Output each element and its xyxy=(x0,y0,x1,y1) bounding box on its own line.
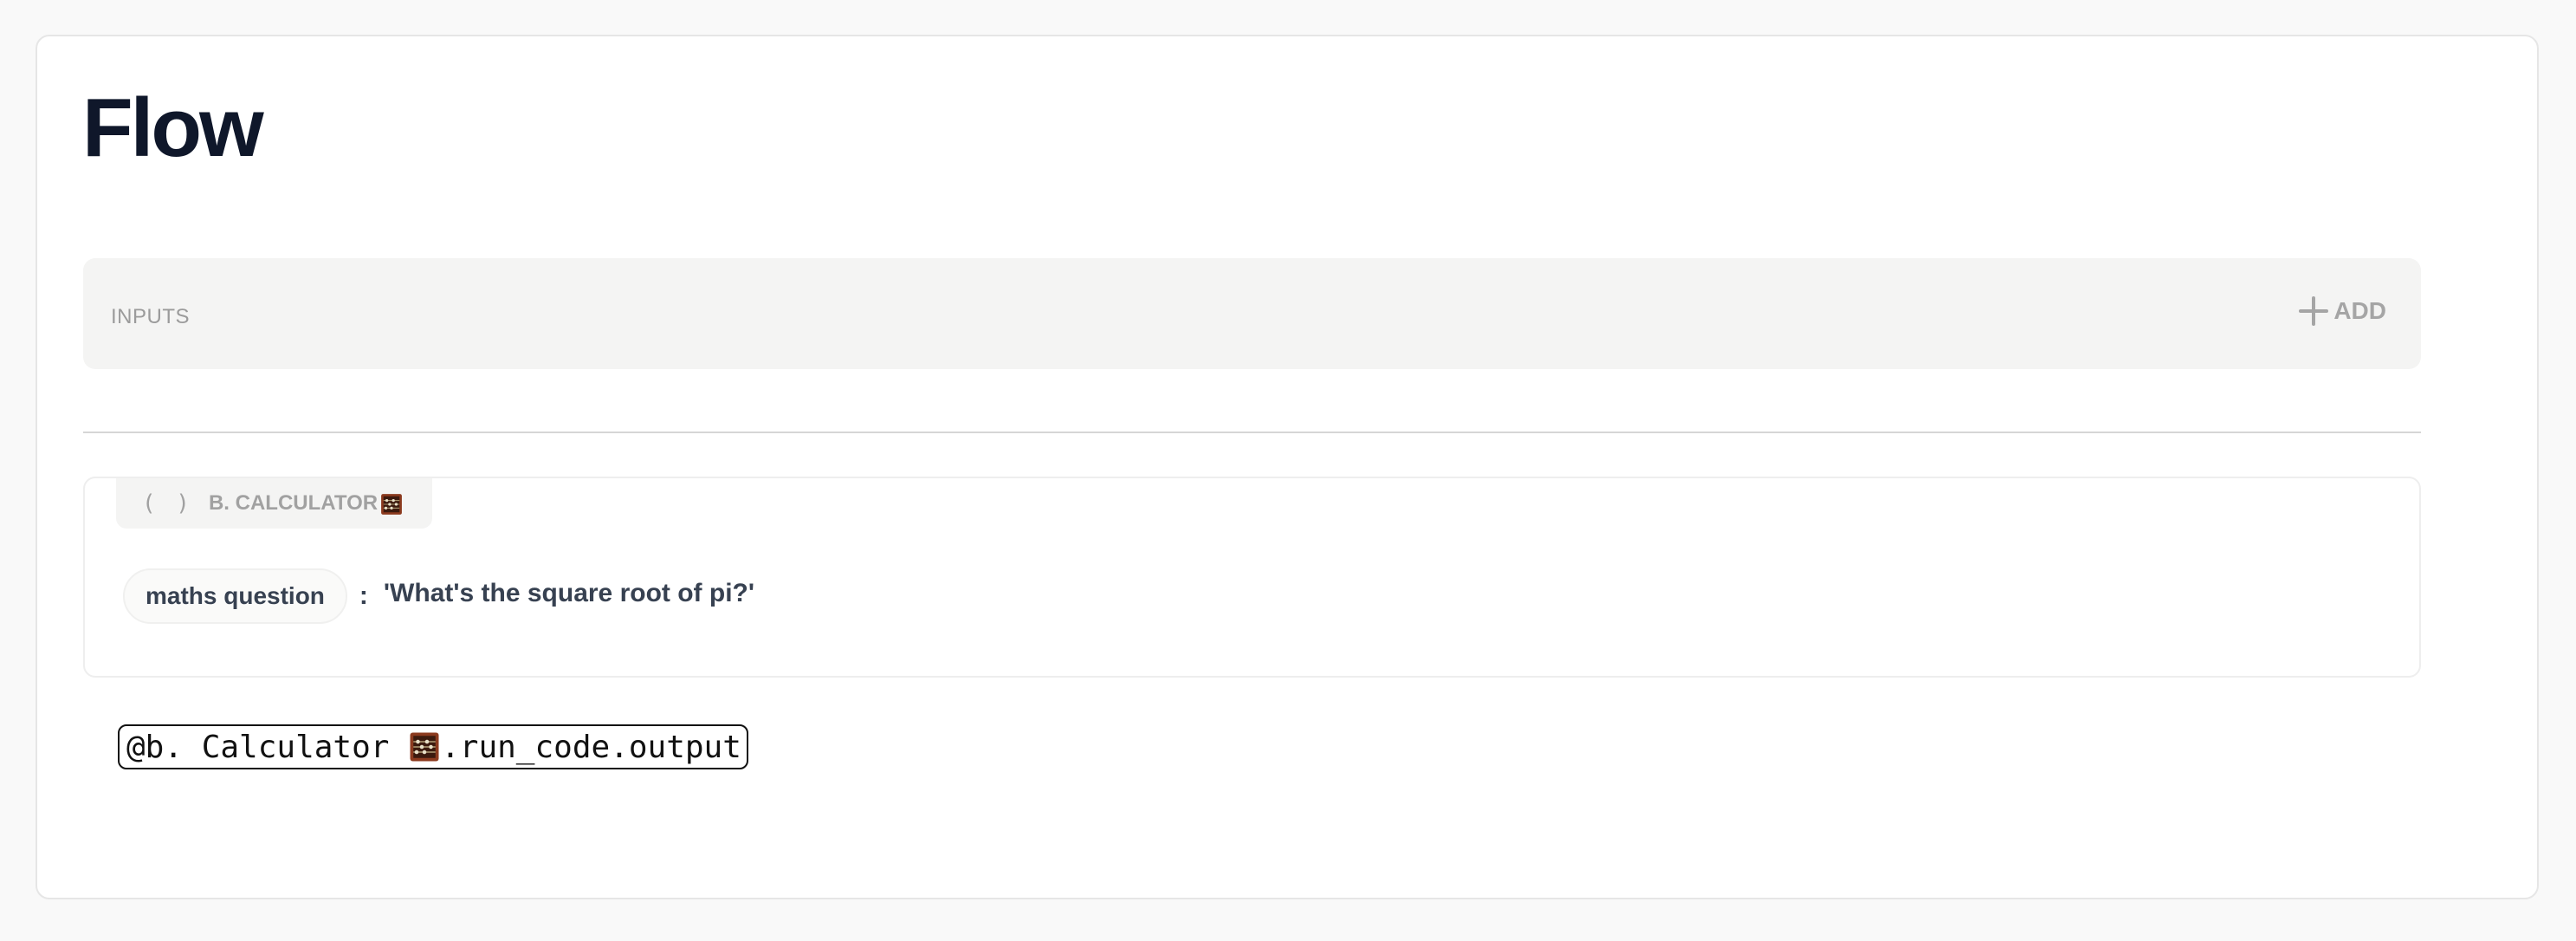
abacus-icon xyxy=(410,732,439,762)
add-input-button[interactable]: ADD xyxy=(2299,296,2386,326)
abacus-icon xyxy=(380,493,402,515)
parameter-name-pill[interactable]: maths question xyxy=(123,568,347,624)
calculator-block[interactable]: ( ) B. CALCULATOR maths question : 'What… xyxy=(83,477,2421,678)
output-reference-prefix: @b. Calculator xyxy=(126,729,409,765)
calculator-block-name: B. CALCULATOR xyxy=(208,491,379,515)
parameter-separator: : xyxy=(359,581,368,610)
plus-icon xyxy=(2299,296,2329,326)
flow-card xyxy=(36,35,2539,899)
parameter-value[interactable]: 'What's the square root of pi?' xyxy=(384,579,754,608)
function-icon: ( ) xyxy=(142,490,193,516)
parameter-row: maths question : 'What's the square root… xyxy=(123,568,754,624)
section-divider xyxy=(83,432,2421,433)
calculator-block-tab[interactable]: ( ) B. CALCULATOR xyxy=(116,478,432,529)
add-button-label: ADD xyxy=(2333,297,2386,324)
inputs-label: INPUTS xyxy=(111,305,191,328)
output-reference[interactable]: @b. Calculator .run_code.output xyxy=(118,724,748,769)
output-reference-suffix: .run_code.output xyxy=(441,729,741,765)
page-title: Flow xyxy=(82,81,264,174)
inputs-section: INPUTS ADD xyxy=(83,258,2421,369)
